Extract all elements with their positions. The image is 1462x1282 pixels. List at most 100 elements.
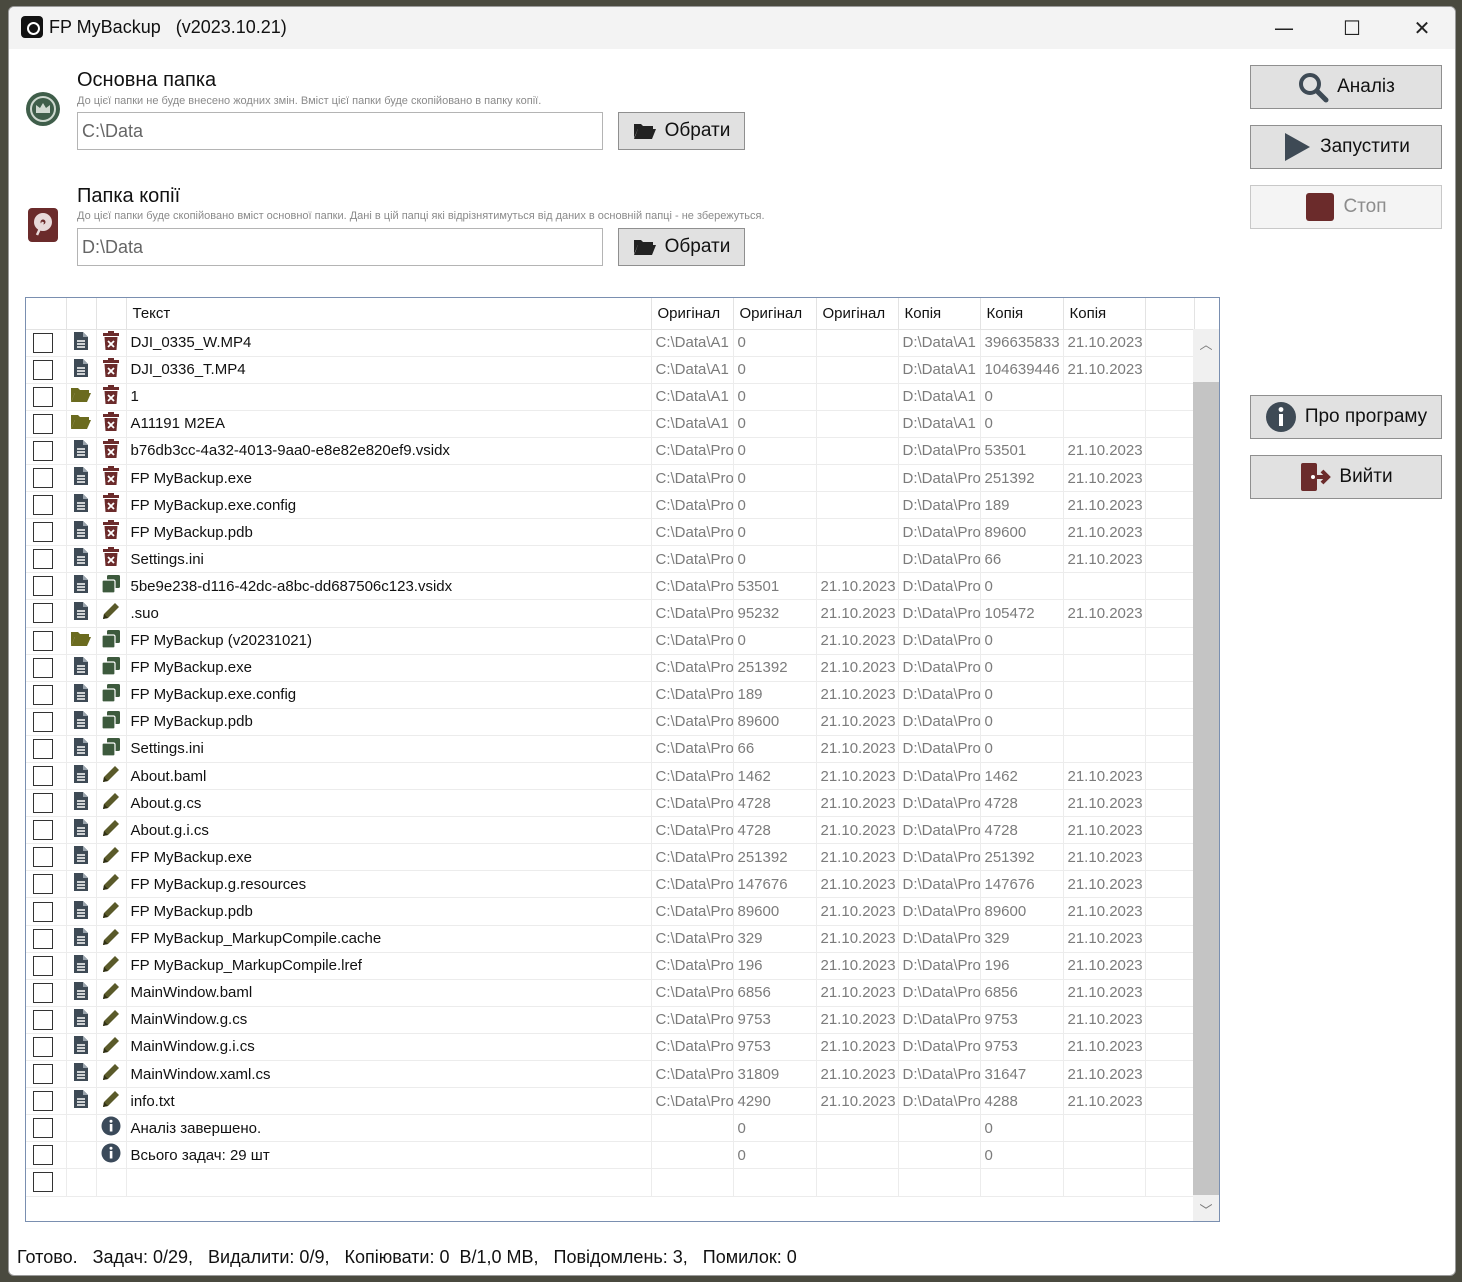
col-orig-date-header[interactable]: Оригінал bbox=[816, 298, 899, 330]
table-row[interactable]: About.g.i.cs C:\Data\Pro 4728 21.10.2023 D:\… bbox=[26, 816, 1195, 845]
row-checkbox-cell[interactable] bbox=[26, 383, 67, 411]
source-path-input[interactable] bbox=[77, 112, 603, 150]
table-row[interactable]: FP MyBackup.pdb C:\Data\Pro 0 D:\Data\Pro 89… bbox=[26, 518, 1195, 547]
col-action-header[interactable] bbox=[96, 298, 127, 330]
row-checkbox[interactable] bbox=[33, 440, 53, 461]
row-checkbox[interactable] bbox=[33, 1009, 53, 1030]
table-row[interactable]: b76db3cc-4a32-4013-9aa0-e8e82e820ef9.vsi… bbox=[26, 437, 1195, 465]
table-row[interactable]: A11191 M2EA C:\Data\A1 0 D:\Data\A1 0 bbox=[26, 410, 1195, 438]
row-checkbox-cell[interactable] bbox=[26, 843, 67, 872]
run-button[interactable]: Запустити bbox=[1250, 125, 1442, 169]
row-checkbox[interactable] bbox=[33, 684, 53, 705]
table-row[interactable]: FP MyBackup.g.resources C:\Data\Pro 147676… bbox=[26, 870, 1195, 899]
row-checkbox-cell[interactable] bbox=[26, 464, 67, 493]
table-row[interactable]: MainWindow.xaml.cs C:\Data\Pro 31809 21.10.… bbox=[26, 1060, 1195, 1089]
target-path-input[interactable] bbox=[77, 228, 603, 266]
table-row[interactable]: 5be9e238-d116-42dc-a8bc-dd687506c123.vsi… bbox=[26, 572, 1195, 601]
row-checkbox[interactable] bbox=[33, 955, 53, 976]
row-checkbox[interactable] bbox=[33, 603, 53, 624]
table-row[interactable]: FP MyBackup.exe C:\Data\Pro 0 D:\Data\Pro 25… bbox=[26, 464, 1195, 493]
row-checkbox[interactable] bbox=[33, 1145, 53, 1166]
row-checkbox[interactable] bbox=[33, 793, 53, 814]
row-checkbox-cell[interactable] bbox=[26, 870, 67, 899]
row-checkbox-cell[interactable] bbox=[26, 1060, 67, 1089]
row-checkbox-cell[interactable] bbox=[26, 410, 67, 438]
row-checkbox[interactable] bbox=[33, 1118, 53, 1139]
col-text-header[interactable]: Текст bbox=[126, 298, 652, 330]
row-checkbox-cell[interactable] bbox=[26, 599, 67, 628]
table-row[interactable]: About.baml C:\Data\Pro 1462 21.10.2023 D:\Da… bbox=[26, 762, 1195, 791]
row-checkbox-cell[interactable] bbox=[26, 329, 67, 357]
table-row[interactable]: FP MyBackup.exe.config C:\Data\Pro 0 D:\Dat… bbox=[26, 491, 1195, 520]
row-checkbox-cell[interactable] bbox=[26, 356, 67, 384]
row-checkbox-cell[interactable] bbox=[26, 708, 67, 736]
row-checkbox-cell[interactable] bbox=[26, 1168, 67, 1197]
analyze-button[interactable]: Аналіз bbox=[1250, 65, 1442, 109]
table-row[interactable]: Аналіз завершено. 0 0 bbox=[26, 1114, 1195, 1143]
table-row[interactable]: FP MyBackup_MarkupCompile.cache C:\Data\P… bbox=[26, 925, 1195, 953]
row-checkbox-cell[interactable] bbox=[26, 1087, 67, 1116]
row-checkbox-cell[interactable] bbox=[26, 925, 67, 953]
row-checkbox-cell[interactable] bbox=[26, 627, 67, 655]
row-checkbox-cell[interactable] bbox=[26, 437, 67, 465]
col-type-header[interactable] bbox=[66, 298, 97, 330]
table-row[interactable]: FP MyBackup.exe C:\Data\Pro 251392 21.10.20… bbox=[26, 654, 1195, 682]
row-checkbox[interactable] bbox=[33, 874, 53, 895]
row-checkbox[interactable] bbox=[33, 1091, 53, 1112]
row-checkbox[interactable] bbox=[33, 657, 53, 678]
table-row[interactable]: FP MyBackup_MarkupCompile.lref C:\Data\Pr… bbox=[26, 952, 1195, 980]
close-button[interactable]: ✕ bbox=[1387, 7, 1455, 49]
scroll-up-icon[interactable]: ︿ bbox=[1193, 333, 1219, 353]
col-copy-date-header[interactable]: Копія bbox=[1063, 298, 1146, 330]
row-checkbox-cell[interactable] bbox=[26, 735, 67, 764]
vertical-scrollbar[interactable]: ︿ ﹀ bbox=[1193, 329, 1219, 1221]
table-row[interactable]: FP MyBackup.pdb C:\Data\Pro 89600 21.10.202… bbox=[26, 708, 1195, 736]
row-checkbox-cell[interactable] bbox=[26, 762, 67, 791]
task-grid[interactable]: Текст Оригінал Оригінал Оригінал Копія К… bbox=[25, 297, 1220, 1222]
row-checkbox[interactable] bbox=[33, 820, 53, 841]
row-checkbox[interactable] bbox=[33, 495, 53, 516]
source-browse-button[interactable]: Обрати bbox=[618, 112, 745, 150]
exit-button[interactable]: Вийти bbox=[1250, 455, 1442, 499]
row-checkbox[interactable] bbox=[33, 1036, 53, 1057]
scroll-down-icon[interactable]: ﹀ bbox=[1193, 1199, 1219, 1219]
col-check-header[interactable] bbox=[26, 298, 67, 330]
table-row[interactable]: FP MyBackup.pdb C:\Data\Pro 89600 21.10.202… bbox=[26, 897, 1195, 926]
row-checkbox-cell[interactable] bbox=[26, 897, 67, 926]
row-checkbox-cell[interactable] bbox=[26, 545, 67, 574]
row-checkbox[interactable] bbox=[33, 847, 53, 868]
row-checkbox[interactable] bbox=[33, 359, 53, 380]
row-checkbox[interactable] bbox=[33, 576, 53, 597]
table-row[interactable]: DJI_0335_W.MP4 C:\Data\A1 0 D:\Data\A1 39663… bbox=[26, 329, 1195, 357]
maximize-button[interactable]: ☐ bbox=[1317, 7, 1387, 49]
row-checkbox-cell[interactable] bbox=[26, 952, 67, 980]
minimize-button[interactable]: — bbox=[1249, 7, 1319, 49]
row-checkbox[interactable] bbox=[33, 711, 53, 732]
table-row[interactable]: info.txt C:\Data\Pro 4290 21.10.2023 D:\Data… bbox=[26, 1087, 1195, 1116]
row-checkbox-cell[interactable] bbox=[26, 681, 67, 709]
table-row[interactable]: MainWindow.baml C:\Data\Pro 6856 21.10.2023… bbox=[26, 979, 1195, 1007]
row-checkbox[interactable] bbox=[33, 738, 53, 759]
row-checkbox[interactable] bbox=[33, 1172, 53, 1193]
col-copy-path-header[interactable]: Копія bbox=[898, 298, 981, 330]
scroll-thumb[interactable] bbox=[1193, 382, 1219, 1195]
row-checkbox-cell[interactable] bbox=[26, 654, 67, 682]
row-checkbox[interactable] bbox=[33, 413, 53, 434]
about-button[interactable]: Про програму bbox=[1250, 395, 1442, 439]
row-checkbox-cell[interactable] bbox=[26, 1141, 67, 1170]
row-checkbox-cell[interactable] bbox=[26, 1114, 67, 1143]
row-checkbox-cell[interactable] bbox=[26, 816, 67, 845]
table-row[interactable]: Settings.ini C:\Data\Pro 66 21.10.2023 D:\Da… bbox=[26, 735, 1195, 764]
table-row[interactable]: FP MyBackup (v20231021) C:\Data\Pro 0 21.10… bbox=[26, 627, 1195, 655]
row-checkbox-cell[interactable] bbox=[26, 789, 67, 818]
table-row[interactable]: Settings.ini C:\Data\Pro 0 D:\Data\Pro 66 21.… bbox=[26, 545, 1195, 574]
row-checkbox-cell[interactable] bbox=[26, 491, 67, 520]
table-row[interactable]: FP MyBackup.exe.config C:\Data\Pro 189 21.1… bbox=[26, 681, 1195, 709]
col-orig-size-header[interactable]: Оригінал bbox=[733, 298, 817, 330]
target-browse-button[interactable]: Обрати bbox=[618, 228, 745, 266]
row-checkbox[interactable] bbox=[33, 386, 53, 407]
table-row[interactable] bbox=[26, 1168, 1195, 1197]
row-checkbox-cell[interactable] bbox=[26, 1033, 67, 1062]
row-checkbox[interactable] bbox=[33, 928, 53, 949]
table-row[interactable]: About.g.cs C:\Data\Pro 4728 21.10.2023 D:\Da… bbox=[26, 789, 1195, 818]
